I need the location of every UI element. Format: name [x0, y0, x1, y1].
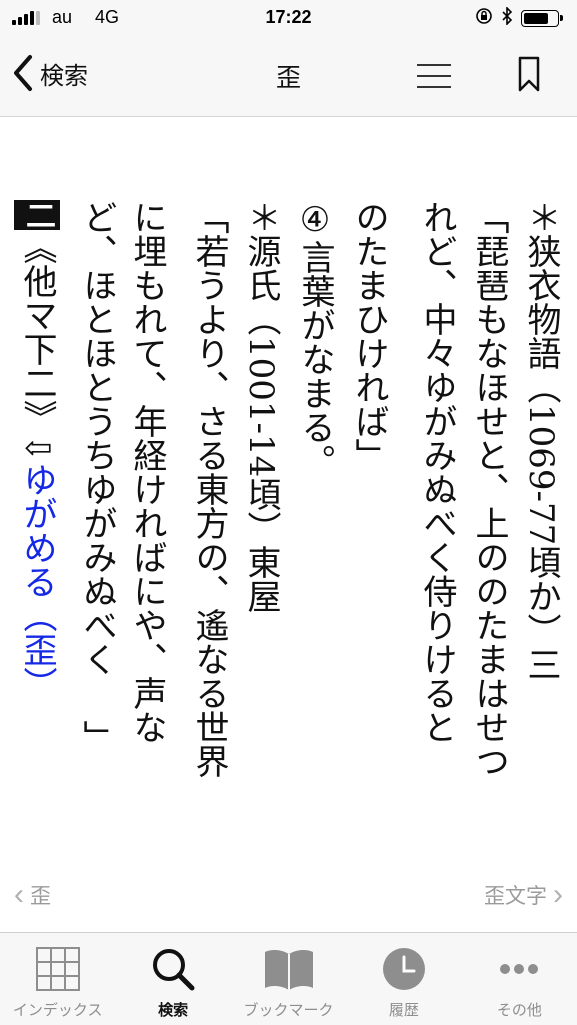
previous-entry-link[interactable]: ‹ 歪	[14, 880, 51, 910]
dictionary-entry: ＊狭衣物語（1069‐77頃か）三 「琵琶もなほせと、上ののたまはせつ れど、中…	[0, 200, 577, 860]
tab-label: その他	[496, 1002, 542, 1019]
entry-line: ＊源氏（1001‐14頃）東屋	[241, 200, 281, 614]
entry-line: れど、中々ゆがみぬべく侍りけると	[417, 200, 457, 744]
bookmark-icon[interactable]	[518, 56, 540, 97]
entry-line: のたまひければ」	[349, 200, 389, 472]
book-icon	[263, 945, 315, 993]
next-entry-label: 歪文字	[484, 885, 547, 908]
cross-reference-link[interactable]: ゆがめる（歪）	[17, 463, 57, 701]
sense-number: ④	[295, 200, 335, 240]
search-icon	[150, 945, 196, 993]
entry-line: 「琵琶もなほせと、上ののたまはせつ	[469, 200, 509, 778]
tab-bookmarks[interactable]: ブックマーク	[231, 933, 346, 1025]
tab-history[interactable]: 履歴	[346, 933, 461, 1025]
sense-text: 言葉がなまる。	[295, 240, 335, 478]
tab-label: 検索	[158, 1002, 189, 1019]
clock-icon	[381, 945, 427, 993]
arrow-icon: ⇩	[17, 434, 57, 463]
navigation-bar: 検索 歪	[0, 36, 577, 117]
chevron-right-icon: ›	[553, 878, 563, 911]
entry-line: 「若うより、さる東方の、遙なる世界	[189, 200, 229, 778]
section-number: 二	[14, 200, 60, 230]
tab-more[interactable]: その他	[462, 933, 577, 1025]
chevron-left-icon: ‹	[14, 878, 24, 911]
tab-label: 履歴	[388, 1002, 419, 1019]
more-icon	[496, 945, 542, 993]
previous-entry-label: 歪	[30, 885, 51, 908]
tab-bar: インデックス 検索 ブックマーク 履歴 その他	[0, 932, 577, 1025]
grid-icon	[35, 945, 81, 993]
grammar-label: 《他マ下二》	[17, 230, 57, 434]
tab-label: インデックス	[12, 1002, 103, 1019]
bluetooth-icon	[501, 6, 513, 30]
tab-label: ブックマーク	[243, 1002, 334, 1019]
battery-icon	[521, 10, 563, 27]
page-title: 歪	[275, 64, 301, 92]
entry-line: に埋もれて、年経ければにや、声な	[127, 200, 167, 744]
entry-line: ＊狭衣物語（1069‐77頃か）三	[521, 200, 561, 682]
menu-icon[interactable]	[417, 63, 451, 94]
next-entry-link[interactable]: 歪文字 ›	[484, 880, 563, 910]
tab-search[interactable]: 検索	[115, 933, 230, 1025]
orientation-lock-icon	[475, 7, 493, 30]
entry-line-close: 」	[77, 720, 117, 754]
status-bar: au 4G 17:22	[0, 0, 577, 36]
entry-line: ど、ほとほとうちゆがみぬべく	[77, 200, 117, 676]
entry-line: ④言葉がなまる。	[292, 200, 338, 478]
entry-line: 二《他マ下二》⇩ゆがめる（歪）	[14, 200, 60, 701]
tab-index[interactable]: インデックス	[0, 933, 115, 1025]
